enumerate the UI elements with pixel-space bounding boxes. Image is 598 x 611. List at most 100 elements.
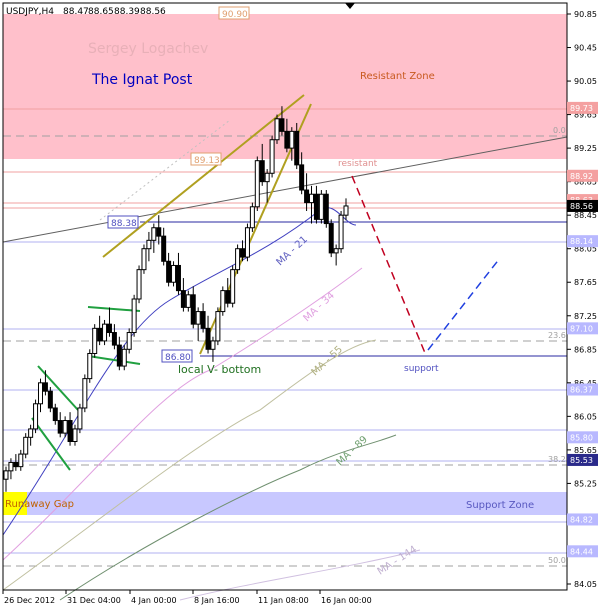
price-tag-label: 84.82 [570, 515, 593, 524]
candle-body [151, 227, 157, 241]
level-box-89-13: 89.13 [194, 156, 220, 166]
candle-body [343, 205, 349, 216]
price-tag-label: 88.14 [570, 237, 593, 246]
candle-body [161, 235, 167, 262]
candle-body [156, 227, 162, 237]
candle-body [13, 461, 19, 468]
candle-body [185, 294, 191, 308]
candle-body [279, 118, 285, 132]
candle-body [166, 260, 172, 283]
y-tick-label: 88.45 [574, 211, 597, 220]
runaway-gap-label: Runaway Gap [5, 499, 74, 510]
candle-body [289, 130, 295, 149]
chart: USDJPY,H4 88.47 88.65 88.39 88.56 Sergey… [0, 0, 598, 607]
y-tick-label: 90.05 [574, 77, 597, 86]
level-box-90-90: 90.90 [222, 10, 248, 20]
candle-body [57, 420, 63, 434]
price-tag-label: 88.56 [570, 202, 593, 211]
candle-body [102, 323, 108, 342]
candle-body [121, 348, 127, 367]
candle-body [42, 382, 48, 392]
y-tick-label: 87.25 [574, 312, 597, 321]
candle-body [180, 290, 186, 308]
y-tick-label: 90.85 [574, 10, 597, 19]
price-tag-label: 88.92 [570, 172, 593, 181]
candle-body [318, 193, 324, 220]
candle-body [195, 311, 201, 325]
candle-body [299, 164, 305, 191]
x-tick-label: 11 Jan 08:00 [258, 596, 309, 605]
chart-svg: USDJPY,H4 88.47 88.65 88.39 88.56 Sergey… [0, 0, 598, 607]
candle-body [18, 453, 24, 468]
candle-body [225, 290, 231, 304]
candle-body [141, 248, 147, 271]
y-tick-label: 84.05 [574, 580, 597, 589]
candle-body [97, 327, 103, 342]
chart-header-ohlc-open: 88.47 [63, 7, 89, 17]
candle-body [269, 139, 275, 174]
candle-body [47, 390, 53, 409]
candle-body [28, 428, 34, 438]
x-tick-label: 31 Dec 04:00 [67, 596, 121, 605]
candle-body [92, 327, 98, 354]
annotation-resistant: resistant [338, 159, 378, 169]
annotation-local-v-bottom: local V- bottom [178, 363, 261, 376]
price-tag-label: 89.73 [570, 104, 593, 113]
candle-body [77, 407, 83, 430]
level-box-88-38: 88.38 [111, 219, 137, 229]
candle-body [240, 248, 246, 258]
candle-body [126, 332, 132, 350]
y-tick-label: 89.25 [574, 144, 597, 153]
price-tag-label: 85.53 [570, 456, 593, 465]
chart-header-ohlc-high: 88.65 [88, 7, 114, 17]
price-tag-label: 85.80 [570, 433, 593, 442]
chart-header-ohlc-close: 88.56 [140, 7, 166, 17]
price-tag-label: 86.37 [570, 386, 593, 395]
candle-body [205, 327, 211, 350]
price-tag-label: 84.44 [570, 547, 593, 556]
watermark-text: Sergey Logachev [88, 41, 208, 57]
candle-body [131, 298, 137, 334]
candle-body [338, 214, 344, 250]
fibo-label-0-0: 0.0 [553, 126, 566, 135]
candle-body [309, 193, 315, 204]
fibo-label-38-2: 38.2 [548, 455, 566, 464]
candle-body [230, 269, 236, 304]
candle-body [67, 420, 73, 443]
fibo-label-23-6: 23.6 [548, 331, 566, 340]
candle-body [254, 160, 260, 208]
x-tick-label: 16 Jan 00:00 [321, 596, 372, 605]
candle-body [200, 311, 206, 329]
candle-body [111, 332, 117, 346]
x-tick-label: 26 Dec 2012 [4, 596, 55, 605]
candle-body [210, 340, 216, 350]
candle-body [8, 461, 14, 472]
level-box-86-80: 86.80 [165, 353, 191, 363]
candle-body [106, 323, 112, 334]
candle-body [87, 352, 93, 380]
x-tick-label: 8 Jan 16:00 [194, 596, 240, 605]
candle-body [116, 344, 122, 367]
candle-body [313, 193, 319, 220]
annotation-support: support [404, 364, 439, 374]
candle-body [175, 264, 181, 292]
chart-title: The Ignat Post [91, 72, 193, 88]
y-tick-label: 86.85 [574, 345, 597, 354]
x-tick-label: 4 Jan 00:00 [131, 596, 177, 605]
candle-body [294, 130, 300, 166]
y-tick-label: 85.65 [574, 446, 597, 455]
candle-body [171, 264, 177, 283]
candle-body [220, 290, 226, 313]
candle-body [62, 420, 68, 434]
candle-body [52, 407, 58, 422]
candle-body [215, 311, 221, 342]
candle-body [304, 189, 310, 204]
candle-body [37, 382, 43, 405]
chart-header-symbol: USDJPY,H4 [6, 7, 54, 17]
candle-body [235, 248, 241, 271]
y-tick-label: 85.25 [574, 479, 597, 488]
candle-body [3, 470, 9, 480]
candle-body [146, 239, 152, 250]
candle-body [249, 206, 255, 229]
candle-body [136, 269, 142, 300]
